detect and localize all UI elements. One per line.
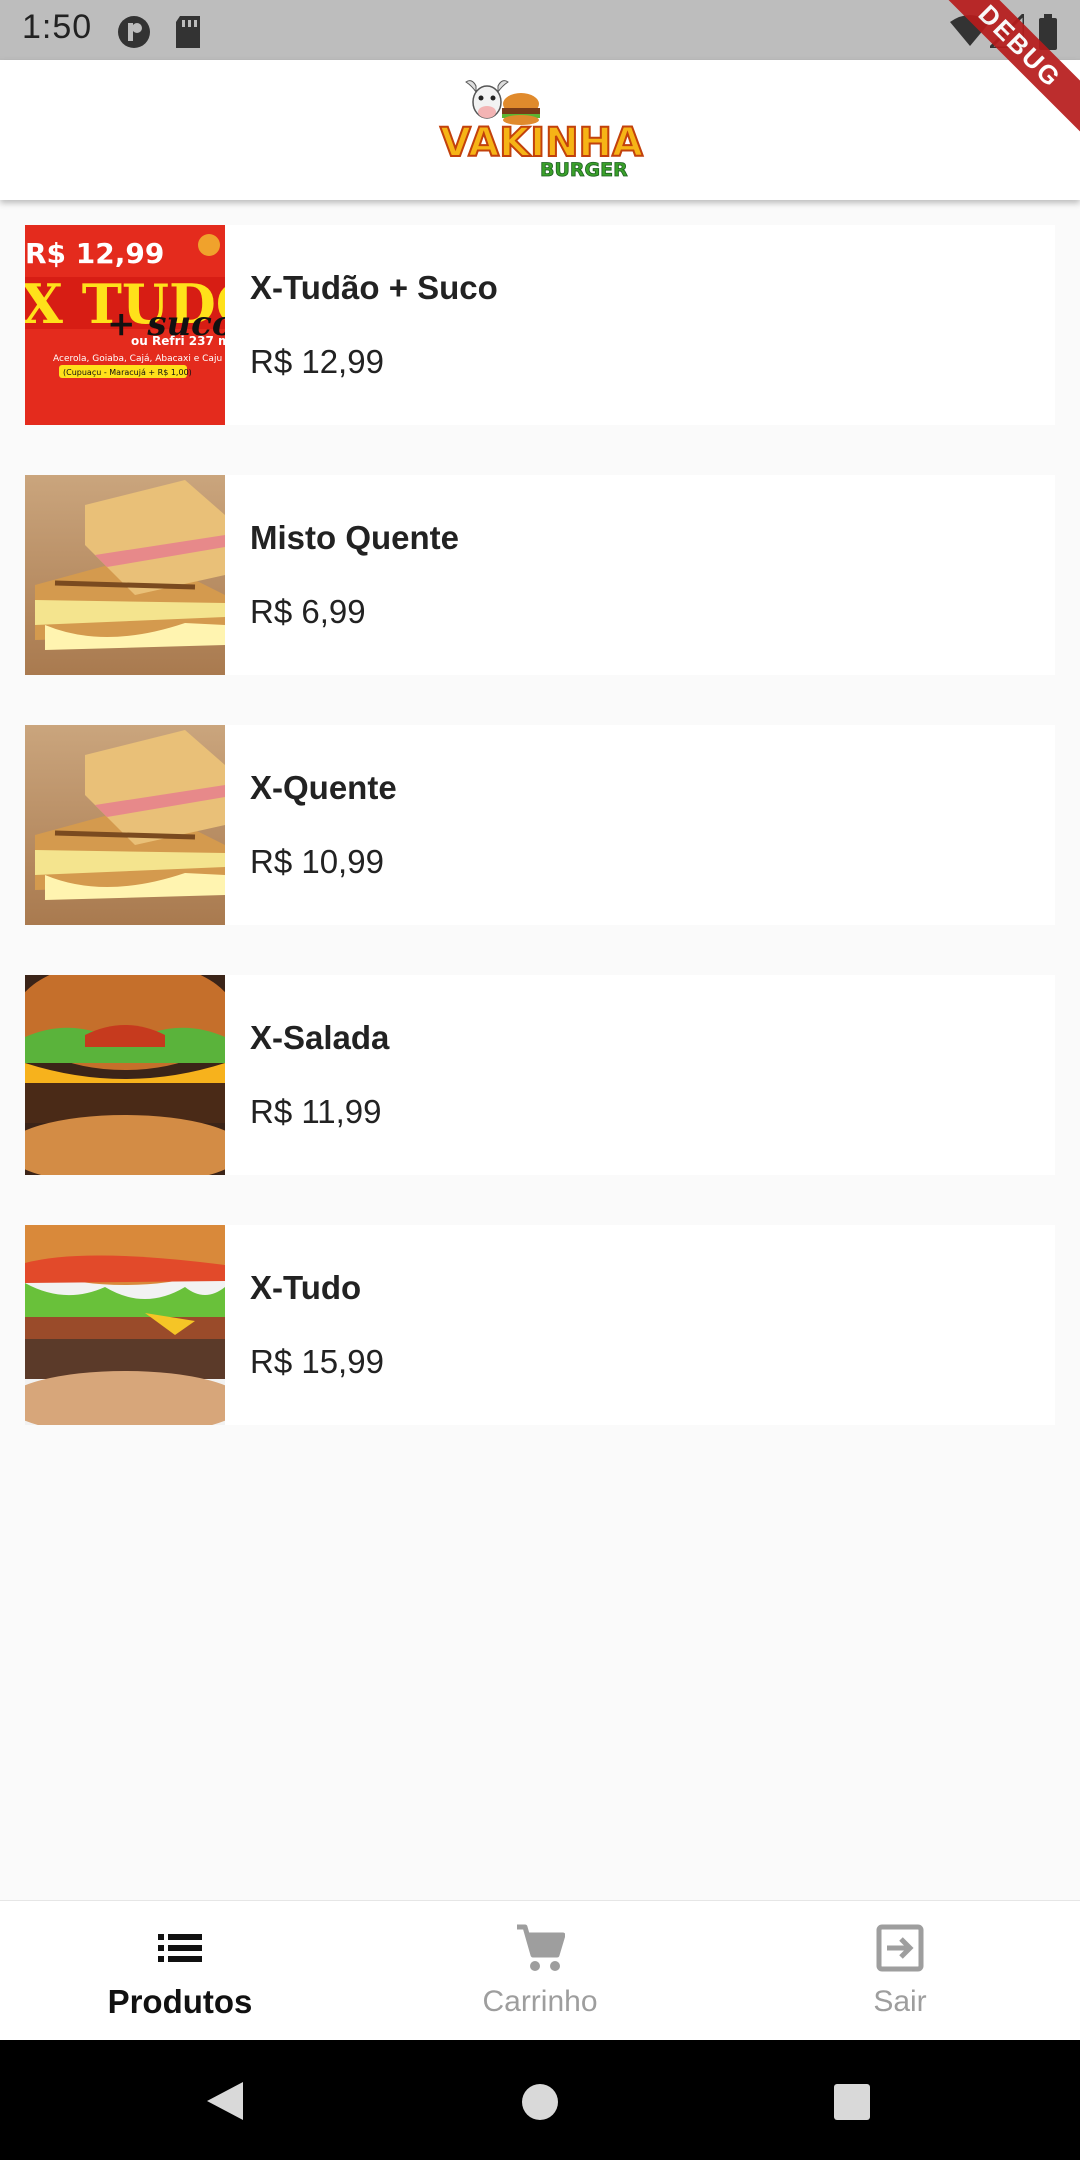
system-navigation-bar bbox=[0, 2040, 1080, 2160]
bottom-navigation: Produtos Carrinho Sair bbox=[0, 1900, 1080, 2040]
product-price: R$ 6,99 bbox=[250, 593, 366, 630]
app-notification-icon bbox=[118, 16, 150, 48]
product-name: X-Tudo bbox=[250, 1269, 362, 1306]
product-name: Misto Quente bbox=[250, 519, 460, 556]
product-price: R$ 10,99 bbox=[250, 843, 384, 880]
svg-text:ou Refri 237 ml: ou Refri 237 ml bbox=[131, 334, 225, 348]
app-bar: VAKINHA BURGER bbox=[0, 60, 1080, 200]
svg-text:Acerola, Goiaba, Cajá, Abacaxi: Acerola, Goiaba, Cajá, Abacaxi e Caju bbox=[53, 354, 222, 364]
nav-label-carrinho: Carrinho bbox=[482, 1985, 598, 2018]
product-name: X-Tudão + Suco bbox=[250, 269, 498, 306]
logo-text-secondary: BURGER bbox=[540, 159, 628, 181]
product-image bbox=[25, 475, 225, 675]
product-price: R$ 11,99 bbox=[250, 1093, 382, 1130]
sd-card-icon bbox=[176, 16, 200, 48]
nav-item-carrinho[interactable]: Carrinho bbox=[360, 1901, 720, 2041]
status-bar: 1:50 bbox=[0, 0, 1080, 60]
product-card[interactable]: R$ 12,99 X TUDO + suco ou Refri 237 ml A… bbox=[25, 225, 1055, 425]
product-card[interactable]: X-Tudo R$ 15,99 bbox=[25, 1225, 1055, 1425]
svg-text:R$ 12,99: R$ 12,99 bbox=[25, 237, 164, 270]
product-card[interactable]: X-Salada R$ 11,99 bbox=[25, 975, 1055, 1175]
back-icon[interactable] bbox=[205, 2080, 245, 2122]
exit-icon bbox=[876, 1924, 924, 1972]
product-image bbox=[25, 1225, 225, 1425]
product-image: R$ 12,99 X TUDO + suco ou Refri 237 ml A… bbox=[25, 225, 225, 425]
product-card[interactable]: Misto Quente R$ 6,99 bbox=[25, 475, 1055, 675]
product-price: R$ 15,99 bbox=[250, 1343, 384, 1380]
recents-icon[interactable] bbox=[832, 2082, 872, 2122]
product-image bbox=[25, 725, 225, 925]
home-icon[interactable] bbox=[520, 2082, 560, 2122]
product-name: X-Salada bbox=[250, 1019, 390, 1056]
list-icon bbox=[158, 1934, 202, 1962]
vakinha-burger-logo: VAKINHA BURGER bbox=[439, 80, 644, 181]
cart-icon bbox=[517, 1924, 565, 1971]
status-time: 1:50 bbox=[22, 8, 93, 46]
product-image bbox=[25, 975, 225, 1175]
nav-label-produtos: Produtos bbox=[107, 1983, 253, 2020]
svg-text:(Cupuaçu - Maracujá + R$ 1,00): (Cupuaçu - Maracujá + R$ 1,00) bbox=[63, 368, 192, 377]
product-price: R$ 12,99 bbox=[250, 343, 384, 380]
nav-item-sair[interactable]: Sair bbox=[720, 1901, 1080, 2041]
product-name: X-Quente bbox=[250, 769, 397, 806]
product-card[interactable]: X-Quente R$ 10,99 bbox=[25, 725, 1055, 925]
nav-item-produtos[interactable]: Produtos bbox=[0, 1901, 360, 2041]
nav-label-sair: Sair bbox=[873, 1985, 927, 2018]
